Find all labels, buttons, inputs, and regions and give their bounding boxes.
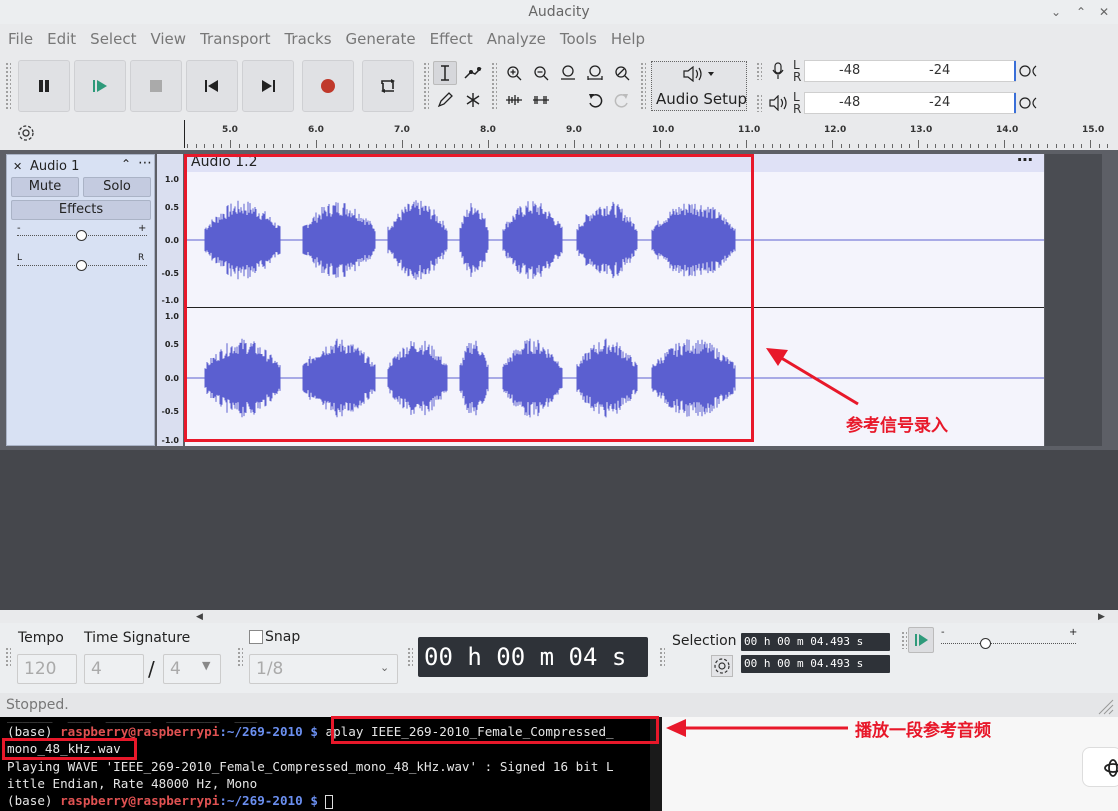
annotation-play-reference: 播放一段参考音频	[855, 721, 991, 741]
annotation-reference-recording: 参考信号录入	[846, 416, 948, 436]
annotation-arrows	[666, 348, 859, 737]
